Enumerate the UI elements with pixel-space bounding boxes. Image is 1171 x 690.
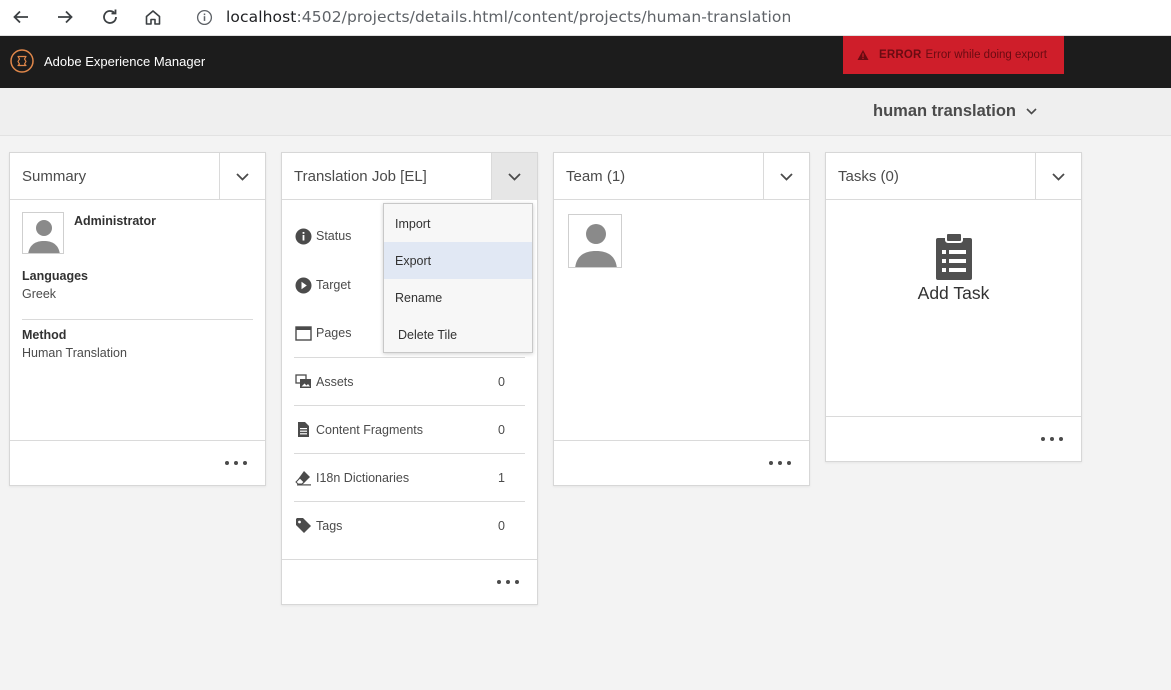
- more-actions-button[interactable]: [225, 455, 247, 471]
- card-footer: [10, 440, 265, 485]
- project-switcher[interactable]: human translation: [873, 102, 1037, 121]
- card-header: Team (1): [554, 153, 809, 200]
- user-avatar-icon: [28, 220, 60, 253]
- more-actions-button[interactable]: [769, 455, 791, 471]
- card-menu-toggle[interactable]: [763, 153, 809, 200]
- forward-arrow-icon: [58, 10, 73, 24]
- chevron-down-icon: [1026, 108, 1037, 115]
- tasks-card: Tasks (0) Add Task: [825, 152, 1082, 462]
- tag-icon: [294, 517, 312, 535]
- back-arrow-icon: [13, 10, 28, 24]
- back-button[interactable]: [8, 5, 34, 29]
- url-text: localhost:4502/projects/details.html/con…: [226, 8, 791, 26]
- reload-icon: [103, 9, 117, 24]
- method-label: Method: [22, 328, 67, 342]
- team-card: Team (1): [553, 152, 810, 486]
- more-actions-button[interactable]: [497, 574, 519, 590]
- eraser-icon: [294, 469, 312, 487]
- row-label: Content Fragments: [316, 422, 423, 437]
- card-menu-toggle[interactable]: [219, 153, 265, 200]
- card-footer: [282, 559, 537, 604]
- assets-icon: [294, 373, 312, 391]
- card-title: Team (1): [566, 168, 626, 185]
- app-title[interactable]: Adobe Experience Manager: [44, 54, 205, 69]
- menu-item-import[interactable]: Import: [384, 205, 532, 242]
- error-toast: ERROR Error while doing export: [843, 36, 1064, 74]
- project-title-bar: human translation: [0, 88, 1171, 136]
- alert-icon: [857, 50, 869, 60]
- card-footer: [826, 416, 1081, 461]
- avatar: [22, 212, 64, 254]
- card-title: Summary: [22, 168, 87, 185]
- languages-label: Languages: [22, 269, 88, 283]
- page-icon: [294, 324, 312, 342]
- chevron-down-icon: [236, 172, 249, 181]
- card-title: Translation Job [EL]: [294, 168, 427, 185]
- owner-name: Administrator: [74, 214, 156, 228]
- error-label: ERROR: [879, 49, 922, 61]
- menu-item-export[interactable]: Export: [384, 242, 532, 279]
- row-count: 0: [498, 422, 505, 437]
- card-header: Tasks (0): [826, 153, 1081, 200]
- row-count: 1: [498, 470, 505, 485]
- url-host: localhost: [226, 8, 297, 26]
- menu-item-delete-tile[interactable]: Delete Tile: [384, 316, 532, 353]
- add-task-label: Add Task: [917, 283, 990, 303]
- row-label: Tags: [316, 518, 343, 533]
- chevron-down-icon: [1052, 172, 1065, 181]
- row-count: 0: [498, 374, 505, 389]
- chevron-down-icon: [780, 172, 793, 181]
- row-label: I18n Dictionaries: [316, 470, 410, 485]
- home-button[interactable]: [140, 5, 166, 29]
- user-avatar-icon: [575, 224, 617, 267]
- row-label: Assets: [316, 374, 354, 389]
- more-actions-button[interactable]: [1041, 431, 1063, 447]
- clipboard-icon: [935, 233, 972, 280]
- card-header: Summary: [10, 153, 265, 200]
- card-menu-toggle[interactable]: [491, 153, 537, 200]
- row-count: 0: [498, 518, 505, 533]
- chevron-down-icon: [508, 172, 521, 181]
- card-title: Tasks (0): [838, 168, 899, 185]
- method-value: Human Translation: [22, 346, 127, 360]
- card-action-menu: Import Export Rename Delete Tile: [383, 203, 533, 353]
- job-row-tags[interactable]: Tags 0: [294, 501, 525, 549]
- job-row-i18n-dictionaries[interactable]: I18n Dictionaries 1: [294, 453, 525, 501]
- card-menu-toggle[interactable]: [1035, 153, 1081, 200]
- document-icon: [294, 421, 312, 439]
- add-task-button[interactable]: Add Task: [826, 233, 1081, 304]
- forward-button[interactable]: [52, 5, 78, 29]
- card-footer: [554, 440, 809, 485]
- card-header: Translation Job [EL]: [282, 153, 537, 200]
- info-icon: [294, 227, 312, 245]
- play-icon: [294, 276, 312, 294]
- browser-toolbar: localhost:4502/projects/details.html/con…: [0, 0, 1171, 36]
- menu-item-rename[interactable]: Rename: [384, 279, 532, 316]
- home-icon: [145, 10, 161, 25]
- error-message: Error while doing export: [925, 49, 1047, 61]
- languages-value: Greek: [22, 287, 57, 301]
- address-bar[interactable]: localhost:4502/projects/details.html/con…: [182, 2, 1171, 32]
- job-row-assets[interactable]: Assets 0: [294, 357, 525, 405]
- url-path: :4502/projects/details.html/content/proj…: [296, 8, 792, 26]
- summary-card: Summary Administrator Languages Greek Me…: [9, 152, 266, 486]
- divider: [22, 319, 253, 320]
- job-row-content-fragments[interactable]: Content Fragments 0: [294, 405, 525, 453]
- project-title: human translation: [873, 102, 1017, 120]
- reload-button[interactable]: [97, 5, 123, 29]
- site-info-icon[interactable]: [194, 7, 214, 27]
- team-member-avatar[interactable]: [568, 214, 622, 268]
- aem-logo-icon[interactable]: [10, 49, 34, 73]
